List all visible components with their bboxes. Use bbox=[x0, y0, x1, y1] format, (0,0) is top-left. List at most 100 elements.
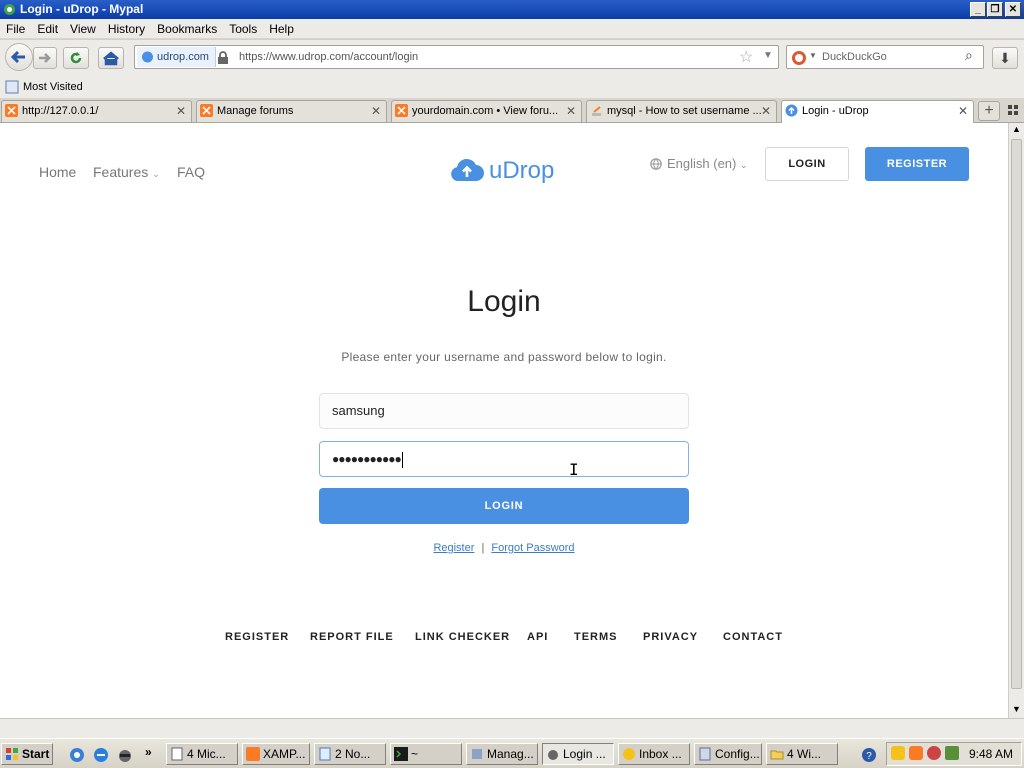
taskbar-item[interactable]: Manag... bbox=[466, 743, 538, 765]
search-icon[interactable]: ⌕ bbox=[965, 47, 973, 64]
forward-button[interactable] bbox=[33, 47, 57, 69]
header-login-button[interactable]: LOGIN bbox=[765, 147, 849, 181]
taskbar-item[interactable]: Inbox ... bbox=[618, 743, 690, 765]
footer-report-file-link[interactable]: REPORT FILE bbox=[310, 631, 394, 643]
page-title: Login bbox=[467, 285, 541, 318]
windows-logo-icon bbox=[6, 748, 18, 760]
forward-arrow-icon bbox=[39, 53, 51, 63]
taskbar-item[interactable]: Config... bbox=[694, 743, 762, 765]
menu-history[interactable]: History bbox=[102, 19, 151, 39]
back-arrow-icon bbox=[10, 50, 25, 64]
quicklaunch-overflow-icon[interactable]: » bbox=[145, 745, 152, 759]
scrollbar-thumb[interactable] bbox=[1011, 139, 1022, 689]
taskbar-item-label: XAMP... bbox=[263, 747, 306, 761]
auth-links: Register | Forgot Password bbox=[319, 542, 689, 554]
footer-api-link[interactable]: API bbox=[527, 631, 548, 643]
taskbar-item[interactable]: XAMP... bbox=[242, 743, 310, 765]
tab-localhost[interactable]: http://127.0.0.1/ ✕ bbox=[1, 100, 192, 122]
tab-close-icon[interactable]: ✕ bbox=[566, 101, 576, 121]
help-icon[interactable]: ? bbox=[861, 747, 877, 763]
search-input[interactable]: DuckDuckGo bbox=[822, 46, 887, 68]
tab-label: yourdomain.com • View foru... bbox=[412, 105, 559, 117]
menu-view[interactable]: View bbox=[64, 19, 102, 39]
password-input[interactable]: ●●●●●●●●●●● bbox=[319, 441, 689, 477]
duckduckgo-icon[interactable] bbox=[791, 50, 807, 66]
nav-home-link[interactable]: Home bbox=[39, 164, 76, 180]
search-bar[interactable]: ▼ DuckDuckGo ⌕ bbox=[786, 45, 984, 69]
tab-login-udrop[interactable]: Login - uDrop ✕ bbox=[781, 100, 974, 123]
minimize-button[interactable]: _ bbox=[970, 2, 986, 17]
address-bar[interactable]: udrop.com https://www.udrop.com/account/… bbox=[134, 45, 779, 69]
downloads-button[interactable]: ⬇ bbox=[992, 47, 1018, 69]
quicklaunch-browser-icon[interactable] bbox=[69, 747, 85, 763]
tab-view-forum[interactable]: yourdomain.com • View foru... ✕ bbox=[391, 100, 582, 122]
url-text[interactable]: https://www.udrop.com/account/login bbox=[239, 46, 418, 68]
footer-register-link[interactable]: REGISTER bbox=[225, 631, 289, 643]
nav-faq-link[interactable]: FAQ bbox=[177, 164, 205, 180]
lock-icon bbox=[218, 51, 228, 64]
login-submit-button[interactable]: LOGIN bbox=[319, 488, 689, 524]
window-title: Login - uDrop - Mypal bbox=[20, 2, 144, 16]
tab-mysql-stackoverflow[interactable]: mysql - How to set username ... ✕ bbox=[586, 100, 777, 122]
taskbar-item[interactable]: 4 Wi... bbox=[766, 743, 838, 765]
start-button[interactable]: Start bbox=[1, 743, 53, 765]
search-engine-dropdown-icon[interactable]: ▼ bbox=[809, 51, 817, 60]
tab-grid-icon bbox=[1008, 105, 1018, 115]
list-all-tabs-button[interactable] bbox=[1006, 103, 1020, 117]
reload-button[interactable] bbox=[63, 47, 89, 69]
nav-features-link[interactable]: Features ⌄ bbox=[93, 164, 160, 180]
menu-bookmarks[interactable]: Bookmarks bbox=[151, 19, 223, 39]
window-title-bar: Login - uDrop - Mypal _ ❐ ✕ bbox=[0, 0, 1024, 19]
tray-xampp-icon[interactable] bbox=[909, 746, 923, 760]
quicklaunch-ie-icon[interactable] bbox=[93, 747, 109, 763]
most-visited-icon bbox=[5, 80, 19, 94]
home-button[interactable] bbox=[98, 47, 124, 69]
close-window-button[interactable]: ✕ bbox=[1005, 2, 1021, 17]
notepad-icon bbox=[319, 747, 331, 761]
tab-close-icon[interactable]: ✕ bbox=[176, 101, 186, 121]
vertical-scrollbar[interactable]: ▲ ▼ bbox=[1008, 123, 1024, 718]
back-button[interactable] bbox=[5, 43, 33, 71]
tray-security-icon[interactable] bbox=[927, 746, 941, 760]
register-link[interactable]: Register bbox=[433, 542, 474, 554]
taskbar-item-active[interactable]: Login ... bbox=[542, 743, 614, 765]
footer-contact-link[interactable]: CONTACT bbox=[723, 631, 783, 643]
restore-button[interactable]: ❐ bbox=[987, 2, 1003, 17]
tab-label: Manage forums bbox=[217, 105, 294, 117]
forgot-password-link[interactable]: Forgot Password bbox=[491, 542, 574, 554]
taskbar-item[interactable]: ~ bbox=[390, 743, 462, 765]
tab-close-icon[interactable]: ✕ bbox=[371, 101, 381, 121]
site-identity[interactable]: udrop.com bbox=[137, 47, 216, 67]
url-dropdown-icon[interactable]: ▼ bbox=[763, 50, 773, 61]
footer-terms-link[interactable]: TERMS bbox=[574, 631, 618, 643]
scroll-down-arrow-icon[interactable]: ▼ bbox=[1012, 704, 1021, 714]
scroll-up-arrow-icon[interactable]: ▲ bbox=[1012, 124, 1021, 134]
word-documents-icon bbox=[171, 747, 183, 761]
menu-tools[interactable]: Tools bbox=[223, 19, 263, 39]
taskbar-item[interactable]: 4 Mic... bbox=[166, 743, 238, 765]
footer-privacy-link[interactable]: PRIVACY bbox=[643, 631, 698, 643]
tab-close-icon[interactable]: ✕ bbox=[761, 101, 771, 121]
tab-manage-forums[interactable]: Manage forums ✕ bbox=[196, 100, 387, 122]
tray-clock[interactable]: 9:48 AM bbox=[969, 743, 1013, 765]
tray-status-icon[interactable] bbox=[891, 746, 905, 760]
new-tab-button[interactable]: + bbox=[978, 101, 1000, 121]
taskbar-item[interactable]: 2 No... bbox=[314, 743, 386, 765]
taskbar-item-label: 2 No... bbox=[335, 747, 371, 761]
menu-file[interactable]: File bbox=[0, 19, 31, 39]
bookmark-star-icon[interactable]: ☆ bbox=[739, 47, 753, 67]
folder-icon bbox=[770, 750, 784, 760]
language-label: English (en) bbox=[667, 156, 737, 171]
menu-edit[interactable]: Edit bbox=[31, 19, 64, 39]
tab-close-icon[interactable]: ✕ bbox=[958, 101, 968, 121]
menu-help[interactable]: Help bbox=[263, 19, 300, 39]
most-visited-folder[interactable]: Most Visited bbox=[5, 79, 83, 95]
footer-link-checker-link[interactable]: LINK CHECKER bbox=[415, 631, 510, 643]
language-selector[interactable]: English (en) ⌄ bbox=[650, 156, 748, 172]
status-bar bbox=[0, 718, 1024, 738]
header-register-button[interactable]: REGISTER bbox=[865, 147, 969, 181]
quicklaunch-raccoon-icon[interactable] bbox=[117, 747, 133, 763]
username-input[interactable]: samsung bbox=[319, 393, 689, 429]
reload-icon bbox=[70, 52, 82, 64]
tray-network-icon[interactable] bbox=[945, 746, 959, 760]
